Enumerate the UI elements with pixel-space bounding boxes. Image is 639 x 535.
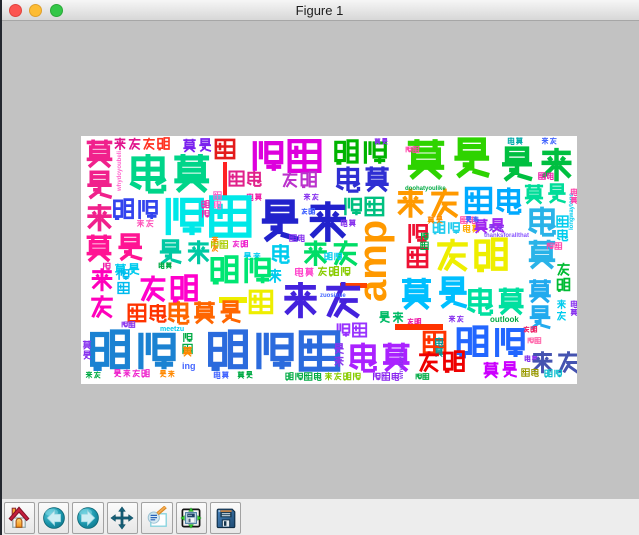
svg-text:thanksforallthat: thanksforallthat <box>484 233 529 239</box>
svg-text:meetzu: meetzu <box>160 326 184 333</box>
svg-text:ing: ing <box>182 361 196 371</box>
svg-text:outlook: outlook <box>490 315 519 324</box>
svg-text:zuosixue: zuosixue <box>320 293 346 299</box>
svg-text:whydoyou: whydoyou <box>399 349 405 380</box>
svg-text:whydoyoubeli: whydoyoubeli <box>117 151 123 192</box>
svg-text:doohatyoulike: doohatyoulike <box>405 186 446 192</box>
